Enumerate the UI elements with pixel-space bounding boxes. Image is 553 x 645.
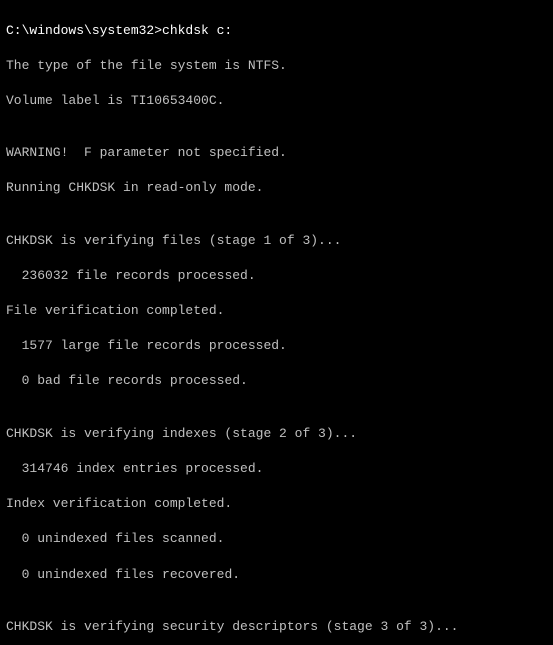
terminal-line-8: 236032 file records processed. [6, 267, 547, 285]
terminal-line-9: File verification completed. [6, 302, 547, 320]
terminal-line-13: CHKDSK is verifying indexes (stage 2 of … [6, 425, 547, 443]
terminal-line-5: Running CHKDSK in read-only mode. [6, 179, 547, 197]
terminal-line-16: 0 unindexed files scanned. [6, 530, 547, 548]
terminal-line-11: 0 bad file records processed. [6, 372, 547, 390]
terminal-line-4: WARNING! F parameter not specified. [6, 144, 547, 162]
terminal-window: C:\windows\system32>chkdsk c: The type o… [0, 0, 553, 645]
terminal-line-0: C:\windows\system32>chkdsk c: [6, 22, 547, 40]
terminal-line-15: Index verification completed. [6, 495, 547, 513]
terminal-line-1: The type of the file system is NTFS. [6, 57, 547, 75]
terminal-line-14: 314746 index entries processed. [6, 460, 547, 478]
terminal-line-10: 1577 large file records processed. [6, 337, 547, 355]
terminal-line-19: CHKDSK is verifying security descriptors… [6, 618, 547, 636]
terminal-line-7: CHKDSK is verifying files (stage 1 of 3)… [6, 232, 547, 250]
terminal-line-17: 0 unindexed files recovered. [6, 566, 547, 584]
terminal-line-2: Volume label is TI10653400C. [6, 92, 547, 110]
